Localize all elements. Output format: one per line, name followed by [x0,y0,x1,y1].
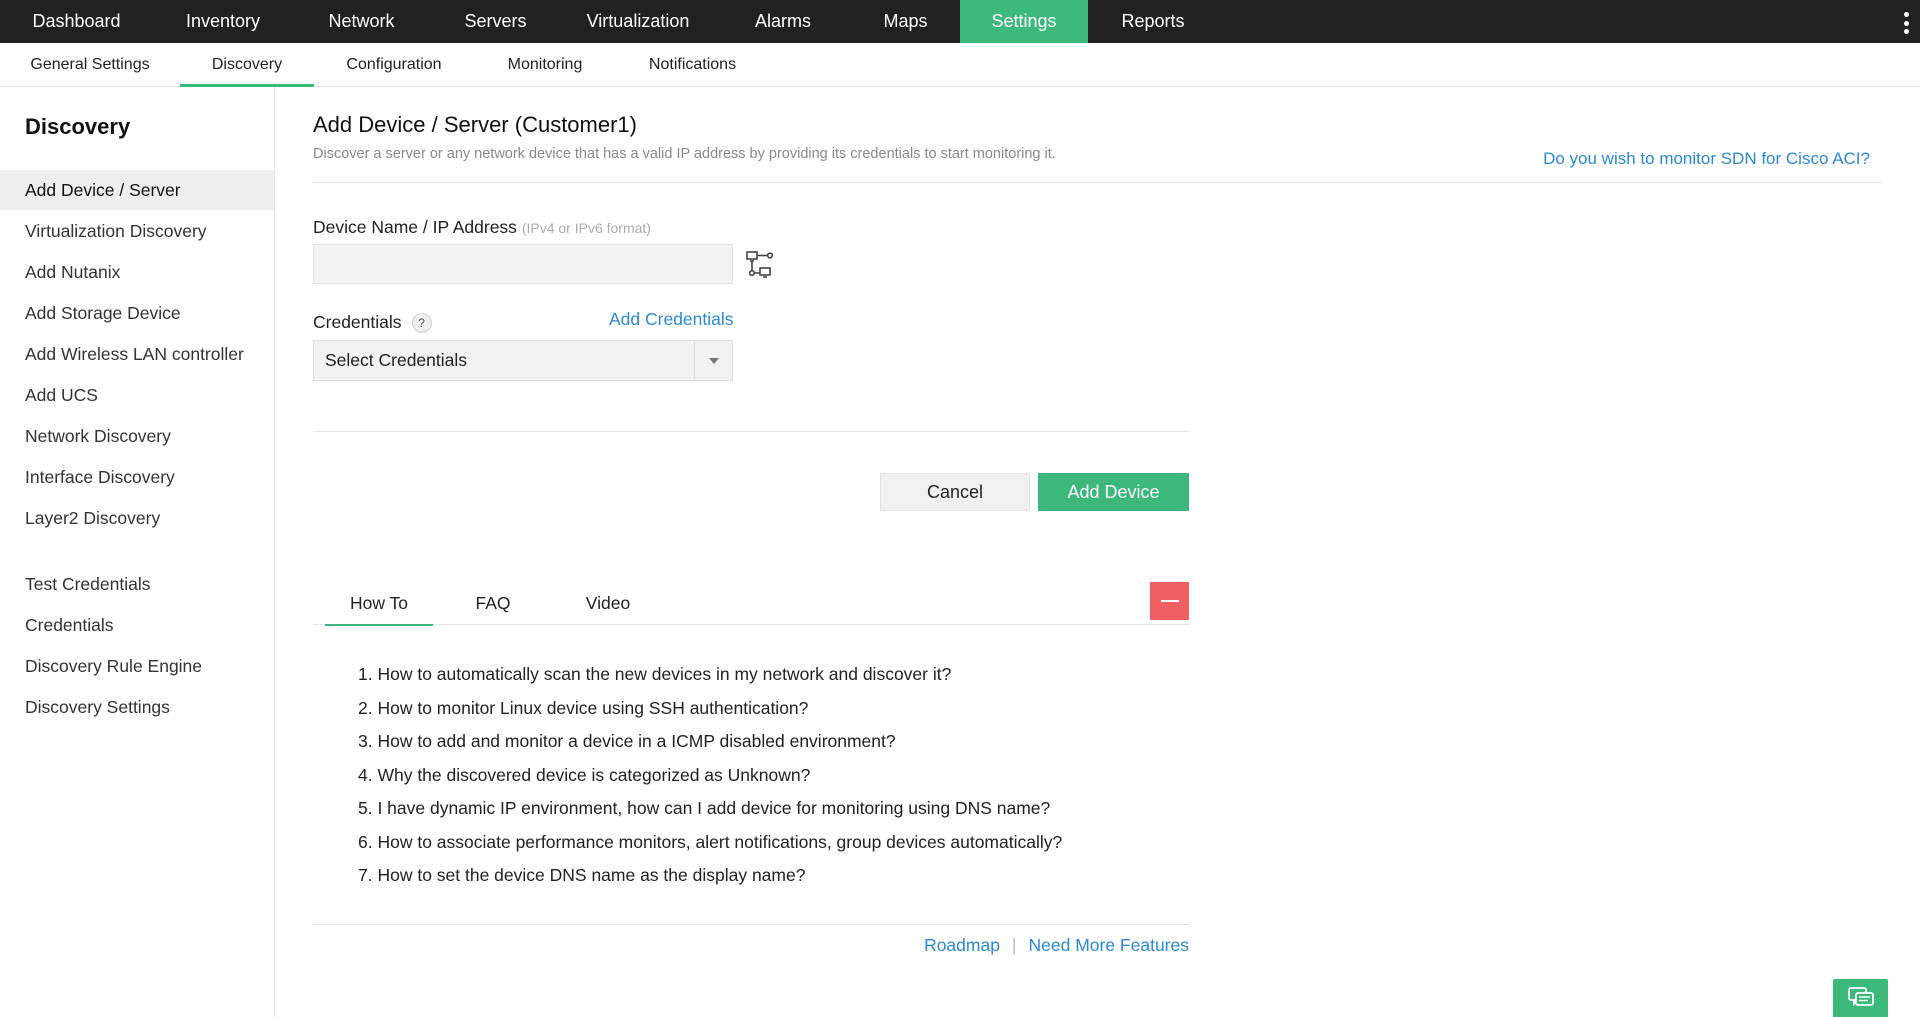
list-item[interactable]: 3. How to add and monitor a device in a … [358,731,896,752]
nav-alarms[interactable]: Alarms [715,0,851,43]
device-name-label: Device Name / IP Address (IPv4 or IPv6 f… [313,217,651,238]
tab-configuration[interactable]: Configuration [314,43,474,86]
sidebar-item-test-credentials[interactable]: Test Credentials [0,564,274,604]
sidebar-item-add-nutanix[interactable]: Add Nutanix [0,252,274,292]
divider [313,431,1189,432]
tab-video[interactable]: Video [563,582,653,625]
list-item[interactable]: 7. How to set the device DNS name as the… [358,865,805,886]
page-description: Discover a server or any network device … [313,146,1056,162]
sidebar-item-network-discovery[interactable]: Network Discovery [0,416,274,456]
nav-inventory[interactable]: Inventory [153,0,293,43]
sidebar: Discovery Add Device / Server Virtualiza… [0,87,275,1017]
credentials-selected-value: Select Credentials [325,350,468,370]
nav-reports[interactable]: Reports [1088,0,1218,43]
list-item[interactable]: 4. Why the discovered device is categori… [358,765,810,786]
credentials-label: Credentials ? [313,312,432,333]
roadmap-link[interactable]: Roadmap [924,935,1000,956]
tab-how-to[interactable]: How To [325,582,433,626]
collapse-help-button[interactable] [1150,582,1189,620]
device-name-label-text: Device Name / IP Address [313,217,517,237]
divider [313,924,1189,925]
main-content: Add Device / Server (Customer1) Discover… [275,87,1920,1017]
need-more-features-link[interactable]: Need More Features [1029,935,1190,956]
sub-navigation: General Settings Discovery Configuration… [0,43,1920,87]
list-item[interactable]: 5. I have dynamic IP environment, how ca… [358,798,1050,819]
sidebar-item-add-storage-device[interactable]: Add Storage Device [0,293,274,333]
tab-general-settings[interactable]: General Settings [0,43,180,86]
help-tabs: How To FAQ Video [313,582,1189,626]
device-name-hint: (IPv4 or IPv6 format) [521,220,651,236]
credentials-label-text: Credentials [313,312,402,332]
footer-separator: | [1011,935,1017,955]
tab-faq[interactable]: FAQ [448,582,538,625]
sidebar-item-add-wireless-lan-controller[interactable]: Add Wireless LAN controller [0,334,274,374]
page-title: Add Device / Server (Customer1) [313,112,637,137]
cancel-button[interactable]: Cancel [880,473,1030,511]
nav-settings[interactable]: Settings [960,0,1088,43]
sidebar-item-add-ucs[interactable]: Add UCS [0,375,274,415]
nav-virtualization[interactable]: Virtualization [561,0,715,43]
divider [313,182,1881,183]
add-credentials-link[interactable]: Add Credentials [609,309,734,330]
sidebar-title: Discovery [25,114,131,139]
list-item[interactable]: 2. How to monitor Linux device using SSH… [358,698,808,719]
nav-network[interactable]: Network [293,0,430,43]
sidebar-item-discovery-rule-engine[interactable]: Discovery Rule Engine [0,646,274,686]
tab-notifications[interactable]: Notifications [616,43,769,86]
credentials-select[interactable]: Select Credentials [313,340,733,381]
sidebar-item-interface-discovery[interactable]: Interface Discovery [0,457,274,497]
sidebar-item-virtualization-discovery[interactable]: Virtualization Discovery [0,211,274,251]
nav-dashboard[interactable]: Dashboard [0,0,153,43]
list-item[interactable]: 6. How to associate performance monitors… [358,832,1062,853]
help-question-icon[interactable]: ? [411,312,432,333]
tab-monitoring[interactable]: Monitoring [474,43,616,86]
more-options-icon[interactable] [1902,12,1910,34]
minus-icon [1160,600,1179,602]
list-item[interactable]: 1. How to automatically scan the new dev… [358,664,951,685]
sidebar-item-discovery-settings[interactable]: Discovery Settings [0,687,274,727]
chat-icon [1847,987,1874,1007]
sidebar-item-credentials[interactable]: Credentials [0,605,274,645]
device-ip-input[interactable] [313,244,733,284]
chat-button[interactable] [1833,979,1888,1017]
footer-links: Roadmap | Need More Features [924,935,1189,956]
network-topology-icon[interactable] [744,249,774,279]
top-navigation: Dashboard Inventory Network Servers Virt… [0,0,1920,43]
tab-discovery[interactable]: Discovery [180,43,314,87]
add-device-button[interactable]: Add Device [1038,473,1189,511]
sdn-cisco-aci-link[interactable]: Do you wish to monitor SDN for Cisco ACI… [1543,149,1870,169]
sidebar-item-add-device-server[interactable]: Add Device / Server [0,170,274,210]
chevron-down-icon[interactable] [694,341,732,380]
nav-maps[interactable]: Maps [851,0,960,43]
nav-servers[interactable]: Servers [430,0,561,43]
sidebar-item-layer2-discovery[interactable]: Layer2 Discovery [0,498,274,538]
